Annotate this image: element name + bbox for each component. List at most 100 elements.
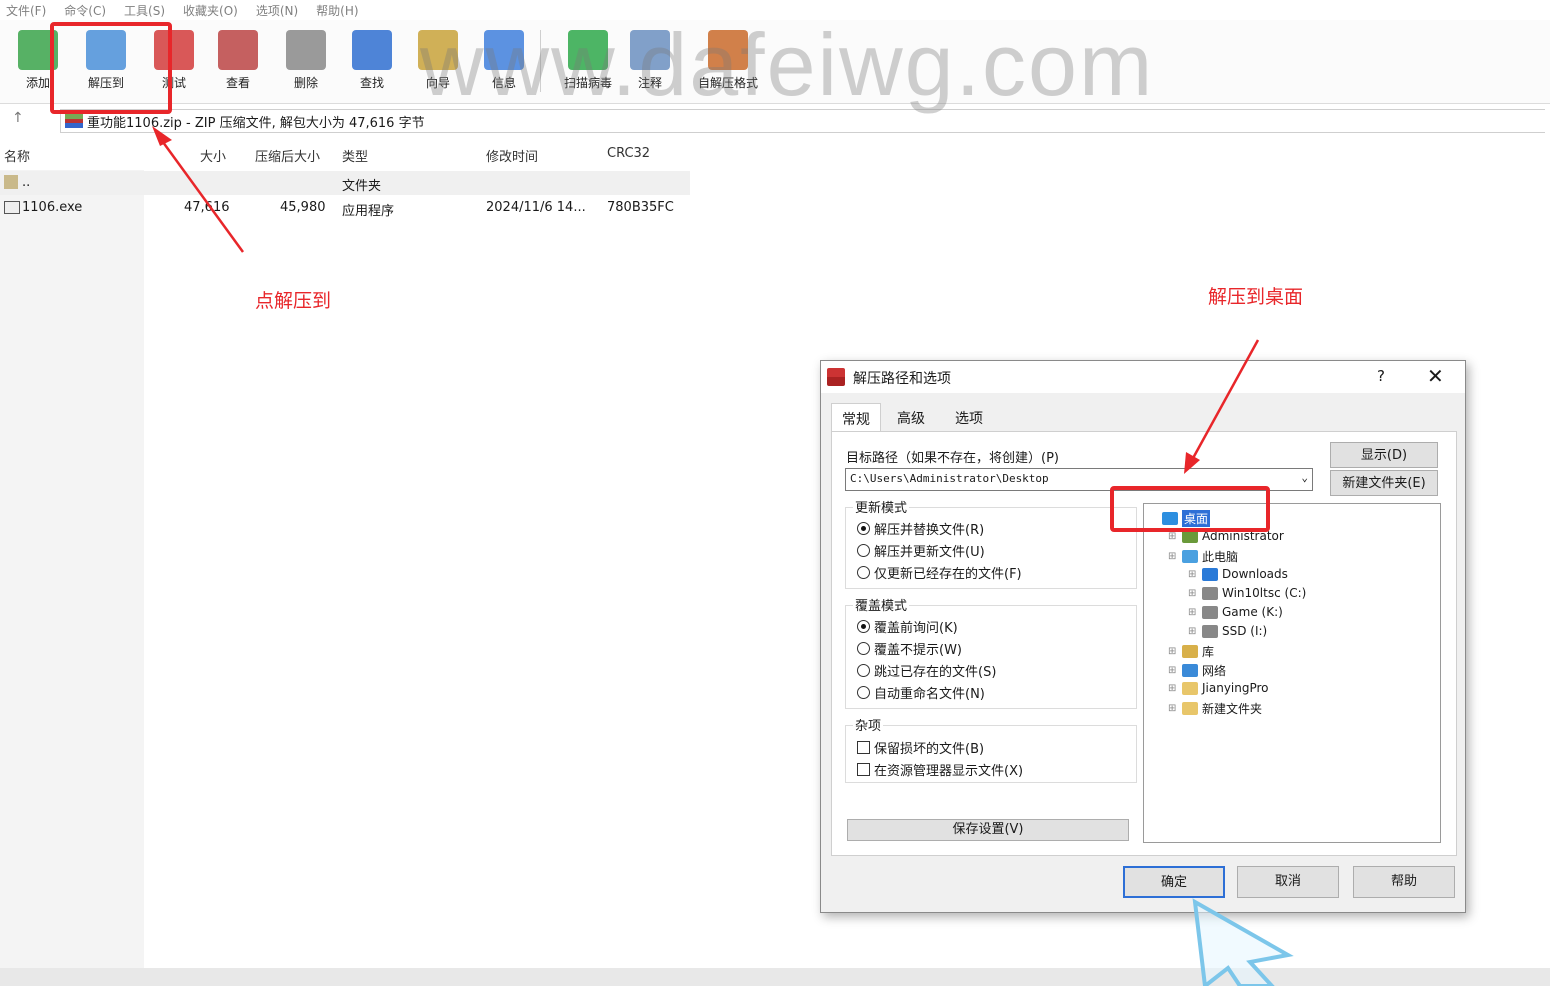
menu-bar: 文件(F) 命令(C) 工具(S) 收藏夹(O) 选项(N) 帮助(H) (0, 0, 1550, 20)
tree-node-label: Downloads (1222, 567, 1288, 581)
radio-option[interactable]: 解压并替换文件(R) (857, 519, 984, 538)
row-size: 47,616 (184, 200, 230, 215)
tree-node-label: 网络 (1202, 664, 1227, 678)
menu-help[interactable]: 帮助(H) (316, 2, 358, 19)
radio-button[interactable] (857, 686, 870, 699)
radio-button[interactable] (857, 620, 870, 633)
toolbar-button-label: 删除 (293, 76, 318, 90)
folder-tree[interactable]: 桌面 ⊞ Administrator ⊞ 此电脑 ⊞ Downloads ⊞ Win10ltsc… (1143, 503, 1441, 843)
tree-node[interactable]: ⊞ Downloads (1188, 567, 1288, 581)
sfx-icon (708, 30, 748, 70)
tree-node[interactable]: ⊞ 网络 (1168, 662, 1226, 679)
expand-icon[interactable]: ⊞ (1168, 551, 1178, 562)
dialog-title: 解压路径和选项 (853, 371, 951, 387)
misc-label: 杂项 (853, 715, 884, 734)
checkbox[interactable] (857, 741, 870, 754)
radio-option[interactable]: 跳过已存在的文件(S) (857, 661, 996, 680)
toolbar-button-5[interactable]: 查找 (342, 26, 402, 98)
path-label: 目标路径（如果不存在，将创建）(P) (846, 451, 1059, 466)
tree-node[interactable]: ⊞ 此电脑 (1168, 548, 1238, 565)
file-row-exe[interactable]: 1106.exe 47,616 45,980 应用程序 2024/11/6 14… (0, 196, 690, 220)
toolbar-button-4[interactable]: 删除 (276, 26, 336, 98)
menu-options[interactable]: 选项(N) (256, 2, 298, 19)
expand-icon[interactable]: ⊞ (1168, 646, 1178, 657)
tab-general[interactable]: 常规 (831, 403, 881, 431)
annotation-desktop-hint: 解压到桌面 (1208, 286, 1304, 308)
tab-options[interactable]: 选项 (945, 403, 993, 431)
menu-file[interactable]: 文件(F) (6, 2, 46, 19)
radio-option[interactable]: 自动重命名文件(N) (857, 683, 985, 702)
comment-icon (630, 30, 670, 70)
chevron-down-icon[interactable]: ⌄ (1301, 471, 1308, 484)
toolbar-button-7[interactable]: 信息 (474, 26, 534, 98)
column-name[interactable]: 名称 (4, 146, 30, 165)
tab-advanced[interactable]: 高级 (887, 403, 935, 431)
new-folder-button[interactable]: 新建文件夹(E) (1330, 470, 1438, 496)
radio-button[interactable] (857, 642, 870, 655)
drive-icon (1202, 624, 1218, 638)
tree-node[interactable]: ⊞ JianyingPro (1168, 681, 1269, 695)
radio-option[interactable]: 仅更新已经存在的文件(F) (857, 563, 1022, 582)
cancel-button[interactable]: 取消 (1237, 866, 1339, 898)
toolbar-button-label: 查找 (359, 76, 384, 90)
expand-icon[interactable]: ⊞ (1168, 683, 1178, 694)
radio-button[interactable] (857, 544, 870, 557)
expand-icon[interactable]: ⊞ (1188, 607, 1198, 618)
show-button[interactable]: 显示(D) (1330, 442, 1438, 468)
toolbar-button-10[interactable]: 自解压格式 (692, 26, 764, 98)
option-label: 覆盖不提示(W) (874, 643, 962, 658)
info-icon (484, 30, 524, 70)
virus-scan-icon (568, 30, 608, 70)
close-icon[interactable]: ✕ (1427, 364, 1444, 388)
download-icon (1202, 567, 1218, 581)
column-modified[interactable]: 修改时间 (486, 146, 538, 165)
radio-option[interactable]: 解压并更新文件(U) (857, 541, 985, 560)
save-settings-button[interactable]: 保存设置(V) (847, 819, 1129, 841)
toolbar-button-6[interactable]: 向导 (408, 26, 468, 98)
radio-option[interactable]: 覆盖前询问(K) (857, 617, 958, 636)
toolbar-button-3[interactable]: 查看 (208, 26, 268, 98)
checkbox-option[interactable]: 保留损坏的文件(B) (857, 738, 984, 757)
help-button[interactable]: 帮助 (1353, 866, 1455, 898)
up-arrow-icon[interactable]: ↑ (12, 110, 24, 126)
column-size[interactable]: 大小 (200, 146, 226, 165)
ok-button[interactable]: 确定 (1123, 866, 1225, 898)
tree-node[interactable]: ⊞ 新建文件夹 (1168, 700, 1262, 717)
expand-icon[interactable]: ⊞ (1188, 626, 1198, 637)
checkbox-option[interactable]: 在资源管理器显示文件(X) (857, 760, 1023, 779)
archive-path-field[interactable]: 重功能1106.zip - ZIP 压缩文件, 解包大小为 47,616 字节 (60, 109, 1545, 133)
toolbar-button-8[interactable]: 扫描病毒 (552, 26, 624, 98)
tree-node[interactable]: ⊞ Game (K:) (1188, 605, 1283, 619)
option-label: 保留损坏的文件(B) (874, 742, 985, 757)
toolbar-button-label: 注释 (637, 76, 662, 90)
menu-favorites[interactable]: 收藏夹(O) (183, 2, 238, 19)
radio-option[interactable]: 覆盖不提示(W) (857, 639, 962, 658)
toolbar-button-label: 自解压格式 (697, 76, 758, 90)
tree-node[interactable]: ⊞ Win10ltsc (C:) (1188, 586, 1306, 600)
help-icon[interactable]: ? (1377, 367, 1385, 385)
expand-icon[interactable]: ⊞ (1168, 531, 1178, 542)
tree-node[interactable]: ⊞ SSD (I:) (1188, 624, 1267, 638)
file-row-parent[interactable]: .. 文件夹 (0, 171, 690, 195)
radio-button[interactable] (857, 566, 870, 579)
row-crc32: 780B35FC (607, 200, 674, 215)
column-type[interactable]: 类型 (342, 146, 368, 165)
tree-node[interactable]: ⊞ 库 (1168, 643, 1214, 660)
checkbox[interactable] (857, 763, 870, 776)
column-packed[interactable]: 压缩后大小 (255, 146, 320, 165)
expand-icon[interactable]: ⊞ (1168, 665, 1178, 676)
radio-button[interactable] (857, 664, 870, 677)
expand-icon[interactable]: ⊞ (1188, 569, 1198, 580)
list-left-margin (0, 170, 144, 970)
annotation-extract-hint: 点解压到 (255, 290, 332, 312)
menu-commands[interactable]: 命令(C) (64, 2, 106, 19)
expand-icon[interactable]: ⊞ (1188, 588, 1198, 599)
menu-tools[interactable]: 工具(S) (124, 2, 165, 19)
expand-icon[interactable]: ⊞ (1168, 703, 1178, 714)
overwrite-mode-label: 覆盖模式 (853, 595, 910, 614)
row-modified: 2024/11/6 14... (486, 200, 586, 215)
toolbar-button-9[interactable]: 注释 (620, 26, 680, 98)
column-crc32[interactable]: CRC32 (607, 146, 650, 161)
radio-button[interactable] (857, 522, 870, 535)
wand-icon (418, 30, 458, 70)
